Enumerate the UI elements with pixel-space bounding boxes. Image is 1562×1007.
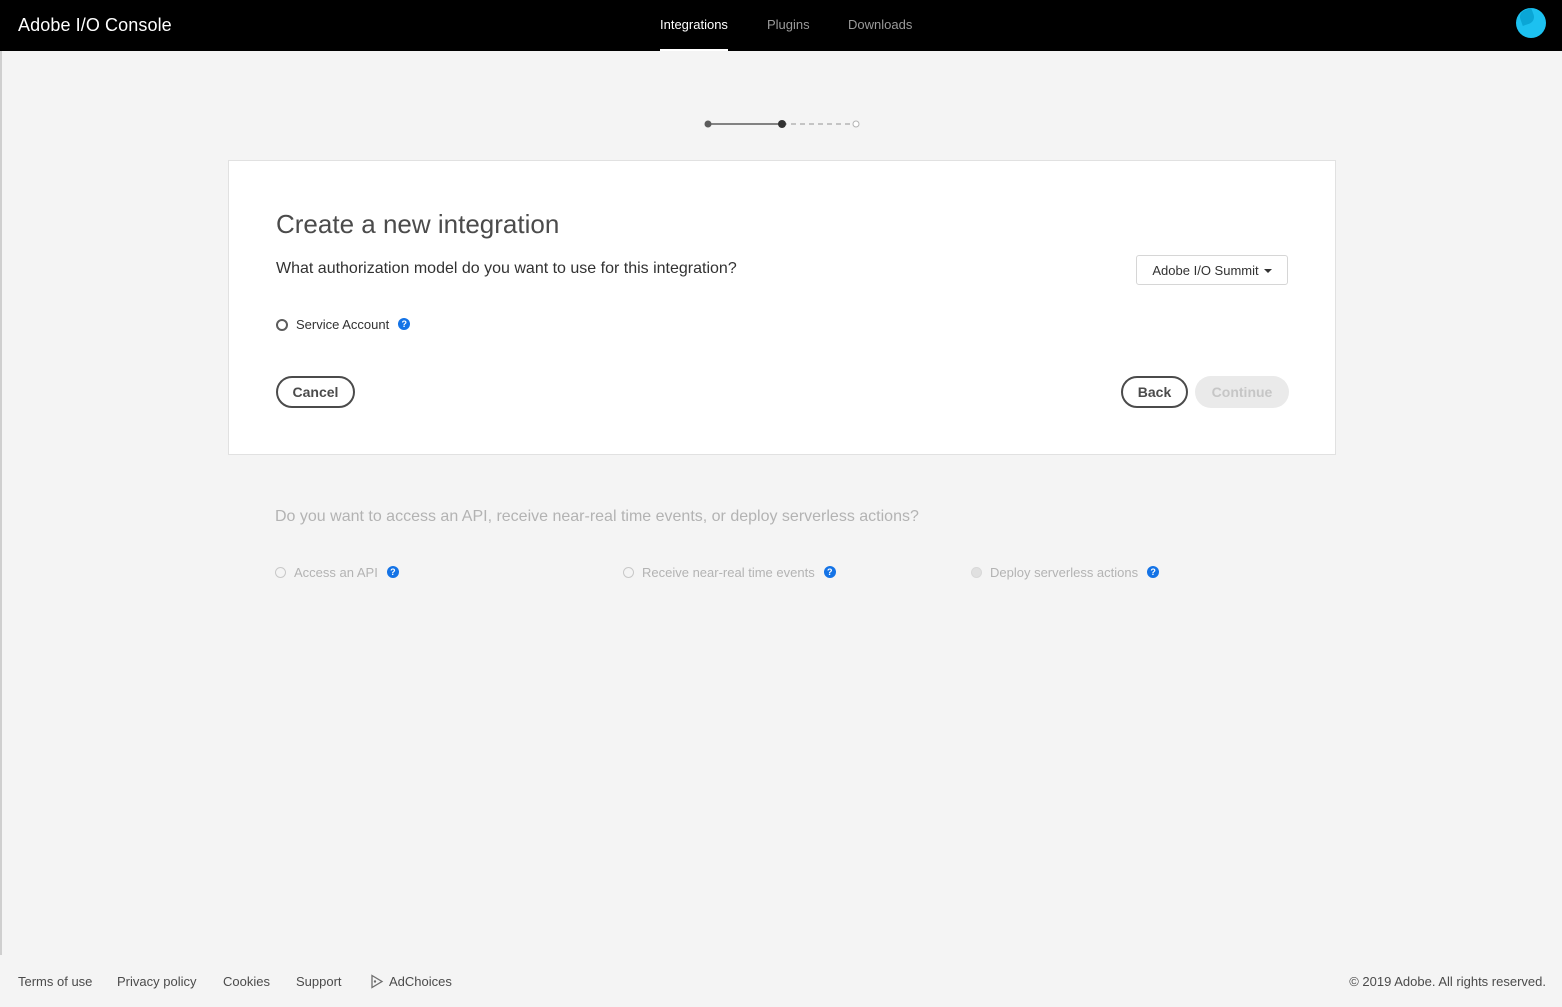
nav-integrations[interactable]: Integrations [660,17,728,51]
serverless-option: Deploy serverless actions ? [971,565,1160,580]
back-button[interactable]: Back [1121,376,1188,408]
service-account-label: Service Account [296,317,390,332]
adchoices-label: AdChoices [389,974,452,989]
footer: Terms of use Privacy policy Cookies Supp… [0,955,1562,1007]
window-edge [0,0,2,1007]
continue-button[interactable]: Continue [1195,376,1289,408]
copyright-text: © 2019 Adobe. All rights reserved. [1349,974,1546,989]
organization-dropdown[interactable]: Adobe I/O Summit [1136,255,1288,285]
user-avatar[interactable] [1516,8,1546,38]
events-radio [623,567,634,578]
events-option: Receive near-real time events ? [623,565,836,580]
top-bar: Adobe I/O Console Integrations Plugins D… [0,0,1562,51]
access-type-question: Do you want to access an API, receive ne… [275,508,919,525]
serverless-radio [971,567,982,578]
footer-link-adchoices[interactable]: AdChoices [370,974,452,989]
service-account-radio[interactable] [276,318,288,331]
nav-downloads[interactable]: Downloads [848,17,912,32]
cancel-button[interactable]: Cancel [276,376,355,408]
help-question-icon[interactable]: ? [1147,565,1160,578]
access-api-option: Access an API ? [275,565,399,580]
serverless-label: Deploy serverless actions [990,565,1139,580]
avatar-shape [1518,8,1536,26]
access-api-label: Access an API [294,565,378,580]
stepper-step-1 [704,120,712,128]
footer-link-privacy[interactable]: Privacy policy [117,974,196,989]
help-question-icon[interactable]: ? [386,565,399,578]
progress-stepper [704,120,860,128]
events-label: Receive near-real time events [642,565,815,580]
nav-plugins[interactable]: Plugins [767,17,810,32]
access-api-radio [275,567,286,578]
footer-link-terms[interactable]: Terms of use [18,974,92,989]
help-question-icon[interactable]: ? [823,565,836,578]
footer-link-support[interactable]: Support [296,974,342,989]
chevron-down-icon [1263,269,1272,273]
service-account-option[interactable]: Service Account ? [276,317,411,332]
footer-link-cookies[interactable]: Cookies [223,974,270,989]
help-question-icon[interactable]: ? [398,317,411,330]
integration-card: Create a new integration What authorizat… [228,160,1336,455]
auth-model-question: What authorization model do you want to … [276,260,737,277]
adchoices-icon [371,974,384,989]
organization-dropdown-value: Adobe I/O Summit [1152,262,1259,278]
stepper-step-3 [852,120,860,128]
page-title: Create a new integration [276,209,560,239]
stepper-step-2 [778,120,786,128]
main-nav: Integrations Plugins Downloads [0,0,1562,51]
